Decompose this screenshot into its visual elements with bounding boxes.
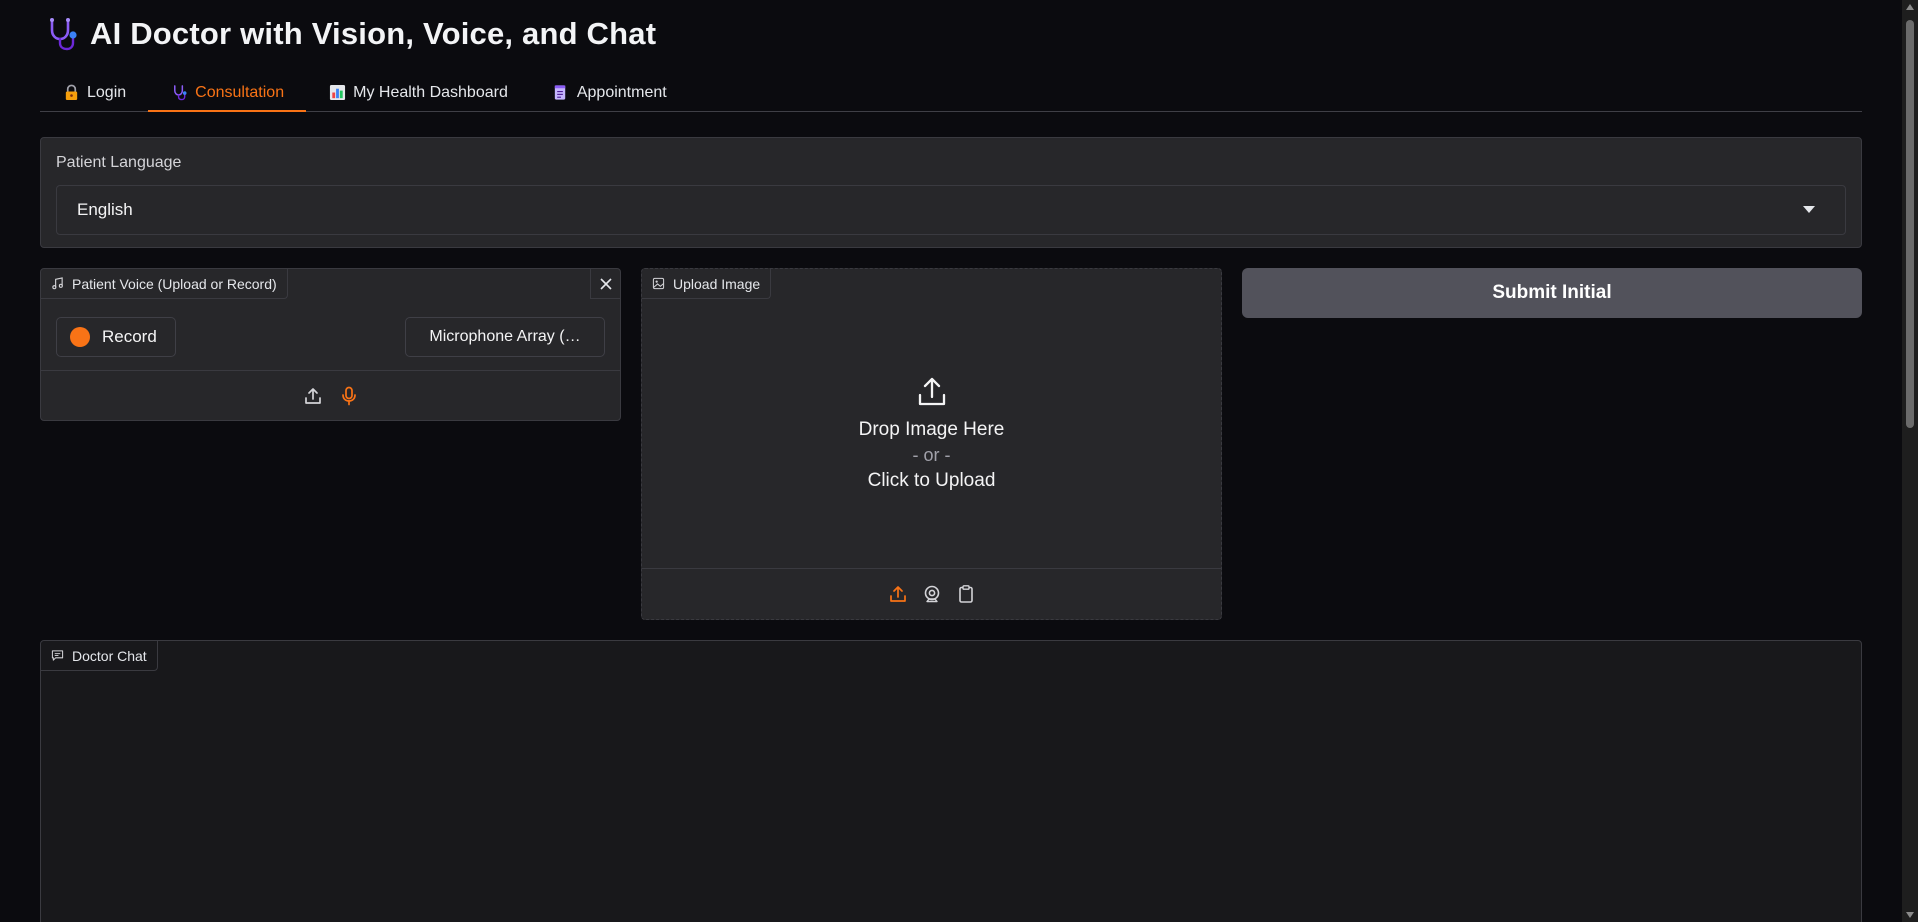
stethoscope-icon [44, 16, 80, 52]
image-panel-label: Upload Image [642, 269, 772, 299]
stethoscope-icon [170, 84, 188, 102]
image-upload-panel: Upload Image Drop Image Here - or - Clic… [641, 268, 1222, 620]
upload-source-button[interactable] [887, 583, 909, 605]
image-icon [652, 277, 665, 290]
tab-health-dashboard[interactable]: My Health Dashboard [306, 74, 530, 111]
page-scrollbar[interactable] [1902, 0, 1918, 922]
record-dot-icon [70, 327, 90, 347]
chat-panel-label: Doctor Chat [41, 641, 158, 671]
chevron-down-icon [1803, 206, 1815, 213]
webcam-source-button[interactable] [921, 583, 943, 605]
lock-icon [62, 84, 80, 102]
tab-consultation[interactable]: Consultation [148, 74, 307, 112]
tab-label: Appointment [576, 83, 667, 101]
microphone-source-button[interactable] [338, 385, 360, 407]
music-note-icon [52, 277, 63, 290]
upload-icon [304, 387, 321, 404]
close-icon [599, 277, 612, 290]
language-block: Patient Language English [40, 137, 1862, 248]
tab-label: Consultation [195, 83, 285, 101]
webcam-icon [924, 585, 939, 603]
doctor-chat-panel: Doctor Chat [40, 640, 1862, 922]
voice-panel-label: Patient Voice (Upload or Record) [41, 269, 288, 299]
page-title: AI Doctor with Vision, Voice, and Chat [44, 16, 656, 52]
clipboard-icon [958, 585, 973, 603]
upload-icon [889, 586, 906, 602]
language-label: Patient Language [56, 154, 182, 171]
submit-initial-button[interactable]: Submit Initial [1242, 268, 1862, 318]
chat-bubble-icon [51, 650, 64, 661]
scroll-icon [552, 84, 570, 102]
voice-panel: Patient Voice (Upload or Record) Record … [40, 268, 621, 421]
image-drop-zone[interactable]: Drop Image Here - or - Click to Upload [642, 299, 1221, 568]
or-separator: - or - [912, 445, 951, 465]
record-button[interactable]: Record [56, 317, 176, 357]
microphone-icon [341, 386, 356, 405]
scrollbar-thumb[interactable] [1906, 20, 1914, 428]
record-label: Record [102, 327, 157, 346]
app-root: AI Doctor with Vision, Voice, and Chat L… [0, 0, 1918, 922]
tab-bar: Login Consultation My Health Dashboard A… [40, 74, 1862, 112]
image-label-text: Upload Image [673, 275, 761, 292]
tab-appointment[interactable]: Appointment [530, 74, 689, 111]
click-to-upload-text: Click to Upload [867, 470, 996, 491]
voice-source-toolbar [41, 370, 620, 420]
scroll-up-icon[interactable] [1906, 4, 1914, 10]
language-selected-value: English [77, 200, 133, 219]
voice-label-text: Patient Voice (Upload or Record) [72, 275, 277, 292]
drop-image-text: Drop Image Here [858, 419, 1005, 440]
scroll-down-icon[interactable] [1906, 912, 1914, 918]
microphone-device-label: Microphone Array (… [429, 328, 581, 345]
clipboard-source-button[interactable] [955, 583, 977, 605]
microphone-select[interactable]: Microphone Array (… [405, 317, 605, 357]
upload-audio-button[interactable] [302, 385, 324, 407]
upload-icon [918, 377, 945, 406]
clear-audio-button[interactable] [590, 269, 620, 299]
tab-label: My Health Dashboard [353, 83, 508, 101]
image-source-toolbar [642, 568, 1221, 619]
chat-label-text: Doctor Chat [72, 647, 147, 664]
bar-chart-icon [328, 84, 346, 102]
tab-label: Login [87, 83, 127, 101]
language-dropdown[interactable]: English [56, 185, 1846, 235]
app-title: AI Doctor with Vision, Voice, and Chat [90, 16, 657, 51]
tab-login[interactable]: Login [40, 74, 148, 111]
